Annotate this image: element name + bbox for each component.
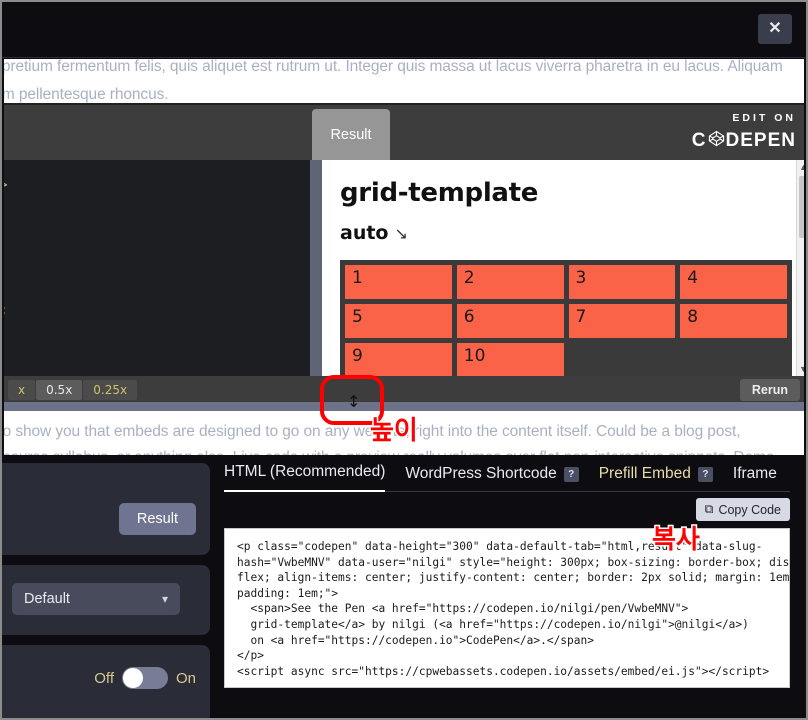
result-scrollbar[interactable]: ▲ ▼ — [796, 160, 804, 376]
toggle-on-label: On — [175, 669, 196, 687]
embed-footer: x 0.5x 0.25x Rerun — [4, 376, 804, 403]
edit-on-label: EDIT ON — [732, 112, 796, 124]
copy-icon: ⧉ — [704, 502, 714, 516]
codepen-logo-icon — [708, 130, 725, 151]
result-content: grid-template auto ↘ 1 2 3 4 5 6 7 8 9 1… — [322, 160, 804, 376]
grid-cell: 9 — [345, 343, 452, 376]
tab-label: HTML (Recommended) — [224, 463, 386, 480]
embed-code-text: <p class="codepen" data-height="300" dat… — [237, 540, 790, 678]
embed-body: s"> ; to; grid-template auto ↘ 1 2 3 — [4, 160, 804, 376]
onoff-switch[interactable] — [121, 667, 168, 689]
scroll-down-icon[interactable]: ▼ — [797, 362, 804, 376]
theme-card: Default ▾ — [2, 565, 210, 635]
scrollbar-thumb[interactable] — [799, 176, 804, 238]
embed-tab-result[interactable]: Result — [312, 109, 390, 160]
arrow-down-right-icon: ↘ — [394, 224, 408, 243]
article-top-paragraph: c pretium fermentum felis, quis aliquet … — [4, 59, 804, 109]
copy-code-button[interactable]: ⧉ Copy Code — [695, 498, 790, 521]
chevron-down-icon: ▾ — [161, 592, 168, 606]
rerun-button[interactable]: Rerun — [739, 378, 800, 401]
grid-cell: 6 — [456, 304, 564, 338]
zoom-button-025x[interactable]: 0.25x — [83, 379, 138, 400]
tab-iframe[interactable]: Iframe — [733, 465, 777, 492]
grid-cell: 2 — [456, 265, 564, 299]
modal-topbar: ✕ — [2, 2, 806, 58]
settings-right-column: HTML (Recommended) WordPress Shortcode ?… — [224, 463, 790, 688]
tab-label: WordPress Shortcode — [405, 465, 557, 482]
embed-settings-modal: ✕ c pretium fermentum felis, quis alique… — [0, 0, 808, 720]
tab-prefill-embed[interactable]: Prefill Embed ? — [599, 465, 713, 492]
help-icon[interactable]: ? — [563, 466, 579, 482]
result-subtitle-text: auto — [340, 222, 389, 244]
switch-knob — [122, 668, 143, 688]
zoom-controls: x 0.5x 0.25x — [8, 379, 138, 400]
annotation-label-height: 높이 — [369, 415, 420, 448]
help-icon[interactable]: ? — [697, 466, 713, 482]
tab-label: Prefill Embed — [598, 465, 691, 482]
resize-cursor-icon: ↕ — [347, 392, 361, 411]
grid-cell: 3 — [568, 265, 676, 299]
code-line: to; — [4, 303, 7, 318]
tab-wordpress-shortcode[interactable]: WordPress Shortcode ? — [405, 465, 579, 492]
grid-cell: 4 — [680, 265, 787, 299]
codepen-embed: Result EDIT ON C DEPEN grid-template aut… — [4, 103, 804, 411]
toggle-off-label: Off — [94, 669, 114, 687]
codepen-wordmark-right: DEPEN — [725, 129, 796, 151]
grid-cell: 10 — [456, 343, 564, 376]
close-icon[interactable]: ✕ — [758, 14, 792, 44]
default-tab-card: Result — [2, 463, 210, 555]
settings-left-column: Result Default ▾ Off On — [2, 463, 210, 718]
grid-cell: 8 — [680, 304, 787, 338]
scroll-up-icon[interactable]: ▲ — [797, 160, 804, 174]
zoom-button-1x[interactable]: x — [8, 379, 36, 400]
article-preview: c pretium fermentum felis, quis aliquet … — [4, 59, 804, 455]
tab-html-recommended[interactable]: HTML (Recommended) — [224, 463, 386, 492]
copy-code-row: ⧉ Copy Code — [224, 498, 790, 524]
result-subtitle: auto ↘ — [340, 222, 792, 244]
embed-header: Result EDIT ON C DEPEN — [4, 105, 804, 160]
grid-cell: 7 — [568, 304, 676, 338]
result-title: grid-template — [340, 178, 539, 208]
embed-format-tabs: HTML (Recommended) WordPress Shortcode ?… — [224, 463, 790, 492]
codepen-wordmark: C DEPEN — [692, 130, 796, 151]
code-line: s"> — [4, 178, 7, 193]
grid-demo: 1 2 3 4 5 6 7 8 9 10 — [340, 260, 792, 376]
zoom-button-05x[interactable]: 0.5x — [36, 379, 83, 400]
grid-cell: 1 — [345, 265, 452, 299]
onoff-toggle-row: Off On — [94, 667, 196, 689]
grid-cell: 5 — [345, 304, 452, 338]
embed-code-pane[interactable]: s"> ; to; — [4, 160, 310, 376]
settings-panel: Result Default ▾ Off On HTML (Recommende… — [2, 455, 804, 718]
theme-select[interactable]: Default ▾ — [12, 583, 180, 615]
embed-code-box[interactable]: <p class="codepen" data-height="300" dat… — [224, 528, 790, 688]
codepen-wordmark-left: C — [691, 129, 707, 151]
copy-code-label: Copy Code — [718, 502, 781, 517]
toggle-card: Off On — [2, 645, 210, 718]
pane-divider[interactable] — [310, 160, 322, 376]
theme-select-value: Default — [24, 591, 70, 607]
codepen-brand[interactable]: EDIT ON C DEPEN — [692, 113, 796, 151]
embed-result-pane: grid-template auto ↘ 1 2 3 4 5 6 7 8 9 1… — [322, 160, 804, 376]
default-tab-result-button[interactable]: Result — [118, 503, 196, 535]
article-top-line-1: c pretium fermentum felis, quis aliquet … — [4, 59, 783, 75]
annotation-label-copy: 복사 — [651, 524, 702, 557]
tab-label: Iframe — [732, 465, 777, 482]
